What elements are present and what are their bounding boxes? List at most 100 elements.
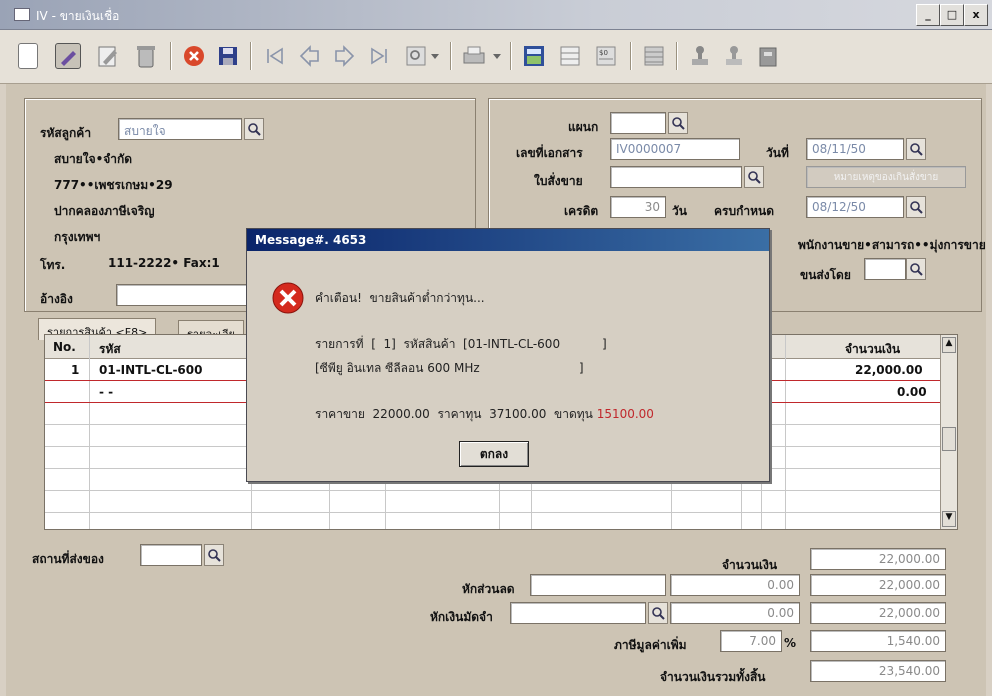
- stamp-icon[interactable]: [684, 40, 716, 72]
- warning-text: คำเตือน! ขายสินค้าต่ำกว่าทุน...: [315, 291, 485, 305]
- reference-label: อ้างอิง: [40, 292, 73, 306]
- sales-order-field[interactable]: [610, 166, 742, 188]
- grid-scrollbar[interactable]: ▲ ▼: [940, 335, 957, 529]
- sales-order-search-icon[interactable]: [744, 166, 764, 188]
- toolbar: $0: [0, 30, 992, 84]
- print-dropdown-icon[interactable]: [490, 40, 504, 72]
- customer-code-label: รหัสลูกค้า: [40, 126, 92, 140]
- delete-icon[interactable]: [130, 40, 162, 72]
- deposit-input[interactable]: [510, 602, 646, 624]
- col-amount-header: จำนวนเงิน: [845, 342, 901, 356]
- row-code: - -: [99, 385, 114, 399]
- next-record-icon[interactable]: [328, 40, 360, 72]
- archive-icon[interactable]: [752, 40, 784, 72]
- ok-button[interactable]: ตกลง: [459, 441, 529, 467]
- report2-icon[interactable]: [638, 40, 670, 72]
- ship-by-field[interactable]: [864, 258, 906, 280]
- last-record-icon[interactable]: [364, 40, 396, 72]
- col-code-header: รหัส: [99, 342, 121, 356]
- customer-code-field[interactable]: สบายใจ: [118, 118, 242, 140]
- scroll-down-icon[interactable]: ▼: [942, 511, 956, 527]
- price-line: ราคาขาย 22000.00 ราคาทุน 37100.00 ขาดทุน…: [315, 405, 654, 424]
- grand-total-value: 23,540.00: [810, 660, 946, 682]
- salesperson-label: พนักงานขาย•สามารถ••มุ่งการขาย: [798, 238, 986, 252]
- deposit-label: หักเงินมัดจำ: [430, 610, 493, 624]
- maximize-button[interactable]: □: [940, 4, 964, 26]
- first-record-icon[interactable]: [258, 40, 290, 72]
- table-row[interactable]: [45, 491, 942, 513]
- doc-number-field[interactable]: IV0000007: [610, 138, 740, 160]
- credit-field[interactable]: 30: [610, 196, 666, 218]
- remark-button[interactable]: หมายเหตุของเกินสั่งขาย: [806, 166, 966, 188]
- scroll-thumb[interactable]: [942, 427, 956, 451]
- credit-unit-label: วัน: [672, 204, 687, 218]
- item-description: [ซีพียู อินเทล ซีลีลอน 600 MHz ]: [315, 361, 584, 375]
- cancel-icon[interactable]: [178, 40, 210, 72]
- date-picker-icon[interactable]: [906, 138, 926, 160]
- stamp2-icon[interactable]: [718, 40, 750, 72]
- loss-value: 15100.00: [596, 407, 654, 421]
- window-titlebar: IV - ขายเงินเชื่อ _ □ x: [0, 0, 992, 30]
- phone-label: โทร.: [40, 258, 66, 272]
- calculator-icon[interactable]: [518, 40, 550, 72]
- sheet-icon[interactable]: [554, 40, 586, 72]
- delivery-place-field[interactable]: [140, 544, 202, 566]
- deposit-value: 0.00: [670, 602, 800, 624]
- edit2-icon[interactable]: [92, 40, 124, 72]
- close-button[interactable]: x: [964, 4, 988, 26]
- date-field[interactable]: 08/11/50: [806, 138, 904, 160]
- item-line: รายการที่ [ 1] รหัสสินค้า [01-INTL-CL-60…: [315, 337, 607, 351]
- save-icon[interactable]: [212, 40, 244, 72]
- reference-field[interactable]: [116, 284, 248, 306]
- report-icon[interactable]: $0: [590, 40, 622, 72]
- deposit-search-icon[interactable]: [648, 602, 668, 624]
- discount-input[interactable]: [530, 574, 666, 596]
- department-search-icon[interactable]: [668, 112, 688, 134]
- find-dropdown-icon[interactable]: [428, 40, 442, 72]
- row-code: 01-INTL-CL-600: [99, 363, 203, 377]
- amount-field: 22,000.00: [810, 548, 946, 570]
- svg-text:$0: $0: [599, 49, 608, 57]
- due-date-picker-icon[interactable]: [906, 196, 926, 218]
- window-controls: _ □ x: [916, 4, 988, 26]
- customer-address-2: ปากคลองภาษีเจริญ: [54, 204, 155, 218]
- ship-by-label: ขนส่งโดย: [800, 268, 851, 282]
- amount-label: จำนวนเงิน: [722, 558, 778, 572]
- discount-value: 0.00: [670, 574, 800, 596]
- sales-order-label: ใบสั่งขาย: [534, 174, 583, 188]
- department-label: แผนก: [568, 120, 599, 134]
- doc-number-label: เลขที่เอกสาร: [516, 146, 583, 160]
- print-icon[interactable]: [458, 40, 490, 72]
- department-field[interactable]: [610, 112, 666, 134]
- customer-name: สบายใจ•จำกัด: [54, 152, 133, 166]
- app-icon: [14, 8, 30, 21]
- after-deposit-value: 22,000.00: [810, 602, 946, 624]
- date-label: วันที่: [766, 146, 789, 160]
- after-discount-value: 22,000.00: [810, 574, 946, 596]
- ship-by-search-icon[interactable]: [906, 258, 926, 280]
- vat-rate-field[interactable]: 7.00: [720, 630, 782, 652]
- row-amount: 22,000.00: [855, 363, 923, 377]
- previous-record-icon[interactable]: [294, 40, 326, 72]
- edit-icon[interactable]: [52, 40, 84, 72]
- discount-label: หักส่วนลด: [462, 582, 515, 596]
- scroll-up-icon[interactable]: ▲: [942, 337, 956, 353]
- customer-city: กรุงเทพฯ: [54, 230, 101, 244]
- error-icon: [271, 281, 305, 318]
- row-no: 1: [71, 363, 80, 377]
- price-text: ราคาขาย 22000.00 ราคาทุน 37100.00 ขาดทุน: [315, 407, 597, 421]
- customer-search-icon[interactable]: [244, 118, 264, 140]
- phone-value: 111-2222• Fax:1: [108, 256, 220, 270]
- new-icon[interactable]: [12, 40, 44, 72]
- minimize-button[interactable]: _: [916, 4, 940, 26]
- vat-label: ภาษีมูลค่าเพิ่ม: [614, 638, 687, 652]
- grand-total-label: จำนวนเงินรวมทั้งสิ้น: [660, 670, 766, 684]
- message-dialog: Message#. 4653 คำเตือน! ขายสินค้าต่ำกว่า…: [246, 228, 770, 482]
- credit-label: เครดิต: [564, 204, 599, 218]
- due-date-field[interactable]: 08/12/50: [806, 196, 904, 218]
- vat-value: 1,540.00: [810, 630, 946, 652]
- delivery-place-search-icon[interactable]: [204, 544, 224, 566]
- delivery-place-label: สถานที่ส่งของ: [32, 552, 104, 566]
- dialog-title: Message#. 4653: [247, 229, 769, 251]
- customer-address-1: 777••เพชรเกษม•29: [54, 178, 173, 192]
